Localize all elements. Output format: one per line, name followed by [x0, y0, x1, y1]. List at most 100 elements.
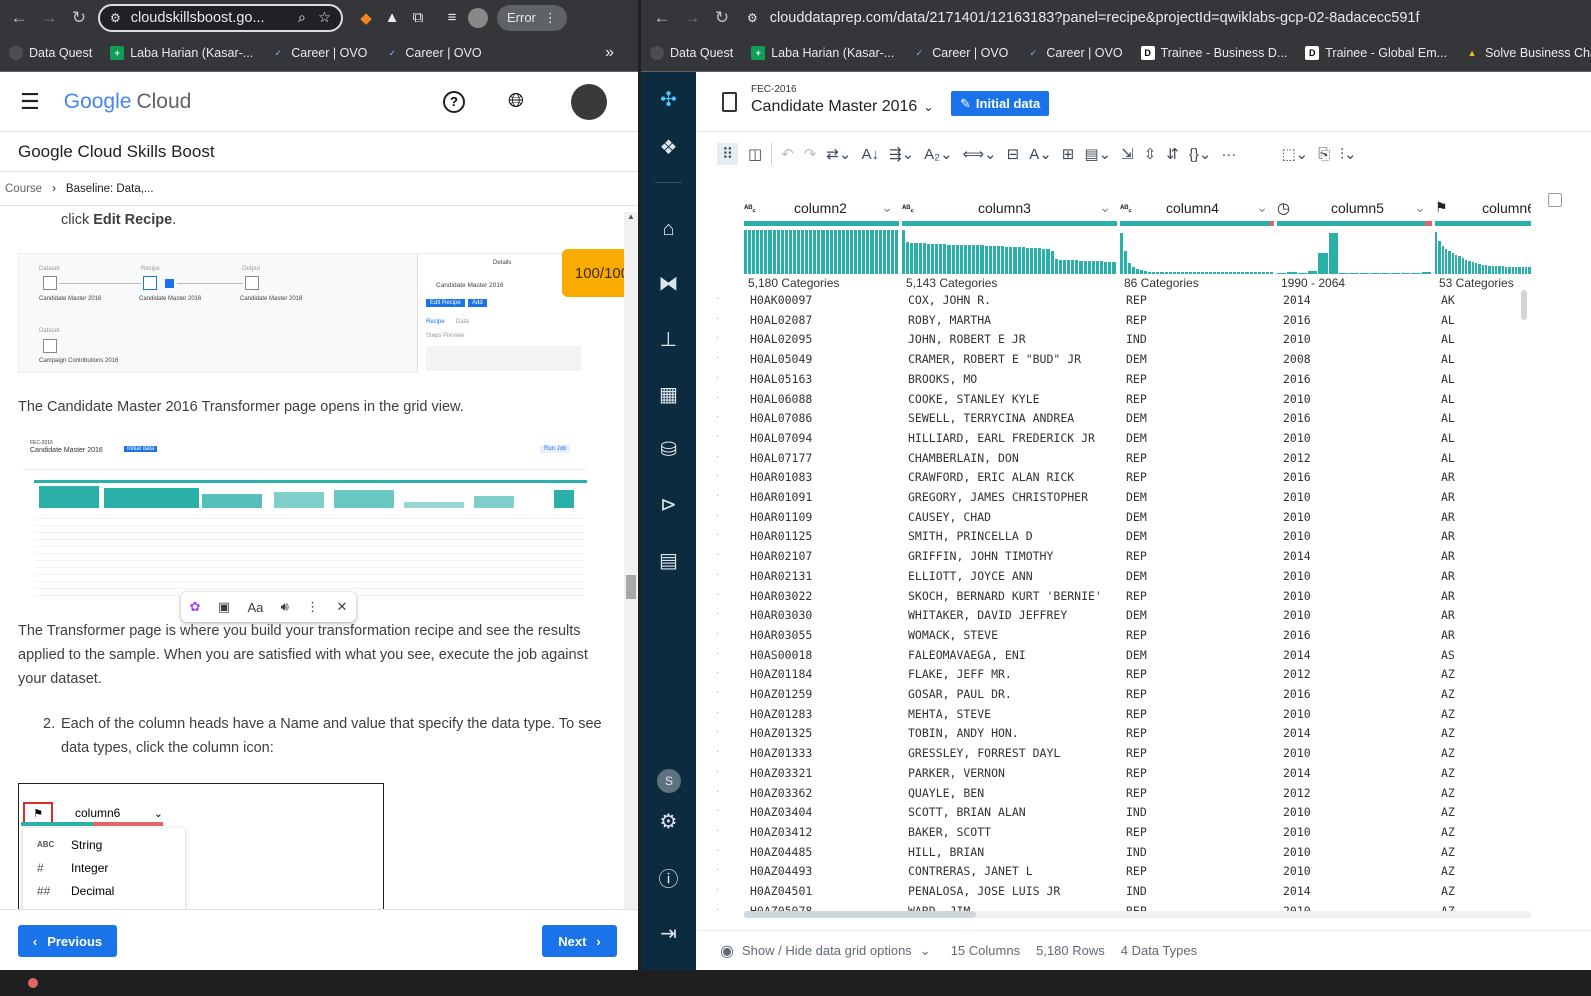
histogram-bar[interactable]: [1075, 260, 1079, 274]
taskbar-app-icon[interactable]: [28, 978, 38, 988]
histogram-bar[interactable]: [935, 244, 939, 274]
more-icon[interactable]: ⋮: [306, 599, 319, 615]
row-handle[interactable]: ·: [716, 510, 719, 521]
histogram-bar[interactable]: [1132, 267, 1136, 274]
chevron-down-icon[interactable]: ⌄: [920, 943, 931, 959]
table-row[interactable]: H0AR01091 GREGORY, JAMES CHRISTOPHER DEM 20…: [744, 488, 1531, 508]
table-cell[interactable]: CRAMER, ROBERT E "BUD" JR: [908, 352, 1081, 366]
histogram-column3[interactable]: [902, 224, 1117, 274]
table-cell[interactable]: AR: [1441, 569, 1455, 583]
histogram-bar[interactable]: [1390, 273, 1400, 274]
chevron-down-icon[interactable]: ⌄: [1414, 199, 1426, 216]
back-icon[interactable]: ←: [647, 3, 677, 33]
histogram-bar[interactable]: [1458, 255, 1461, 274]
table-row[interactable]: H0AZ04485 HILL, BRIAN IND 2010 AZ: [744, 843, 1531, 863]
scroll-up-icon[interactable]: ▲: [624, 212, 638, 221]
bookmark-trainee-global[interactable]: D Trainee - Global Em...: [1305, 46, 1447, 60]
row-handle[interactable]: ·: [716, 589, 719, 600]
histogram-bar[interactable]: [1124, 251, 1128, 274]
histogram-bar[interactable]: [1471, 262, 1474, 274]
histogram-bar[interactable]: [1508, 266, 1511, 274]
table-cell[interactable]: 2016: [1283, 470, 1311, 484]
type-decimal[interactable]: ## Decimal: [37, 884, 114, 898]
histogram-bar[interactable]: [1277, 273, 1287, 274]
bookmark-laba-harian[interactable]: + Laba Harian (Kasar-...: [751, 46, 894, 60]
table-row[interactable]: H0AZ01259 GOSAR, PAUL DR. REP 2016 AZ: [744, 685, 1531, 705]
table-cell[interactable]: H0AZ03362: [750, 786, 812, 800]
table-cell[interactable]: H0AZ03404: [750, 805, 812, 819]
union-icon[interactable]: ⇳: [1144, 145, 1157, 163]
table-cell[interactable]: SEWELL, TERRYCINA ANDREA: [908, 411, 1074, 425]
histogram-bar[interactable]: [760, 230, 764, 274]
histogram-bar[interactable]: [797, 230, 801, 274]
ai-icon[interactable]: ✿: [190, 599, 201, 615]
select-icon[interactable]: ⬚⌄: [1281, 145, 1308, 163]
language-globe-icon[interactable]: 🌐︎: [508, 90, 524, 113]
table-row[interactable]: H0AR01083 CRAWFORD, ERIC ALAN RICK REP 2016…: [744, 468, 1531, 488]
table-row[interactable]: H0AZ03362 QUAYLE, BEN REP 2012 AZ: [744, 784, 1531, 804]
table-cell[interactable]: H0AL05049: [750, 352, 812, 366]
histogram-bar[interactable]: [1521, 267, 1524, 274]
table-row[interactable]: H0AZ01333 GRESSLEY, FORREST DAYL REP 2010 AZ: [744, 744, 1531, 764]
histogram-bar[interactable]: [1359, 273, 1369, 274]
histogram-bar[interactable]: [1148, 271, 1152, 274]
table-cell[interactable]: MEHTA, STEVE: [908, 707, 991, 721]
table-cell[interactable]: ROBY, MARTHA: [908, 313, 991, 327]
histogram-bar[interactable]: [748, 230, 752, 274]
table-row[interactable]: H0AR01125 SMITH, PRINCELLA D DEM 2010 AR: [744, 527, 1531, 547]
histogram-bar[interactable]: [1380, 273, 1390, 274]
row-handle[interactable]: ·: [716, 687, 719, 698]
jobs-icon[interactable]: ⊥: [655, 326, 682, 353]
histogram-column4[interactable]: [1120, 224, 1274, 274]
histogram-bar[interactable]: [825, 230, 829, 274]
table-row[interactable]: H0AZ01283 MEHTA, STEVE REP 2010 AZ: [744, 705, 1531, 725]
histogram-bar[interactable]: [1498, 266, 1501, 274]
help-icon[interactable]: ⓘ: [655, 864, 682, 891]
table-cell[interactable]: 2014: [1283, 766, 1311, 780]
home-icon[interactable]: ⌂: [655, 216, 682, 243]
row-handle[interactable]: ·: [716, 431, 719, 442]
histogram-bar[interactable]: [813, 230, 817, 274]
histogram-bar[interactable]: [930, 243, 934, 274]
histogram-bar[interactable]: [1221, 272, 1225, 274]
histogram-bar[interactable]: [968, 245, 972, 274]
table-cell[interactable]: COX, JOHN R.: [908, 293, 991, 307]
histogram-bar[interactable]: [972, 245, 976, 274]
text-icon[interactable]: A⌄: [1029, 145, 1052, 163]
chevron-down-icon[interactable]: ⌄: [1256, 199, 1268, 216]
histogram-bar[interactable]: [890, 230, 894, 274]
histogram-bar[interactable]: [988, 245, 992, 274]
histogram-bar[interactable]: [1100, 261, 1104, 274]
histogram-bar[interactable]: [886, 230, 890, 274]
database-icon[interactable]: ⛁: [655, 436, 682, 463]
table-row[interactable]: H0AR03022 SKOCH, BERNARD KURT 'BERNIE' REP…: [744, 587, 1531, 607]
table-cell[interactable]: REP: [1126, 628, 1147, 642]
table-cell[interactable]: REP: [1126, 766, 1147, 780]
table-cell[interactable]: WHITAKER, DAVID JEFFREY: [908, 608, 1067, 622]
next-button[interactable]: Next ›: [542, 925, 617, 957]
bookmark-laba-harian[interactable]: + Laba Harian (Kasar-...: [110, 46, 253, 60]
table-cell[interactable]: ELLIOTT, JOYCE ANN: [908, 569, 1033, 583]
table-cell[interactable]: 2010: [1283, 431, 1311, 445]
row-handle[interactable]: ·: [716, 451, 719, 462]
table-cell[interactable]: 2010: [1283, 529, 1311, 543]
initial-data-badge[interactable]: ✎ Initial data: [951, 91, 1050, 116]
table-cell[interactable]: 2012: [1283, 667, 1311, 681]
triangle-extension-icon[interactable]: ▲: [379, 5, 405, 31]
table-cell[interactable]: DEM: [1126, 510, 1147, 524]
histogram-bar[interactable]: [788, 230, 792, 274]
user-initial-avatar[interactable]: S: [657, 769, 681, 793]
bookmark-career-ovo-2[interactable]: ✓ Career | OVO: [1026, 46, 1123, 60]
table-cell[interactable]: AZ: [1441, 726, 1455, 740]
row-handle[interactable]: ·: [716, 569, 719, 580]
histogram-bar[interactable]: [1087, 261, 1091, 274]
star-icon[interactable]: ☆: [318, 10, 331, 26]
histogram-bar[interactable]: [1034, 248, 1038, 274]
histogram-bar[interactable]: [1369, 273, 1380, 274]
histogram-bar[interactable]: [984, 245, 988, 274]
histogram-bar[interactable]: [1241, 272, 1245, 274]
histogram-bar[interactable]: [1411, 272, 1421, 274]
chevron-down-icon[interactable]: ⌄: [1099, 199, 1111, 216]
histogram-bar[interactable]: [878, 230, 882, 274]
forward-icon[interactable]: →: [677, 3, 707, 33]
